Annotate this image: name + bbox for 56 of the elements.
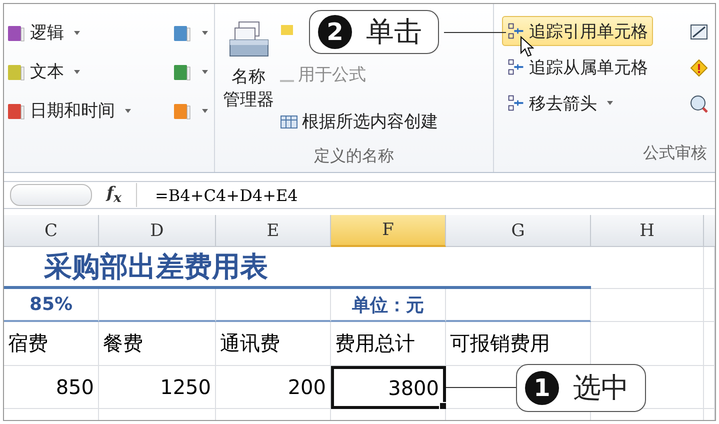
table-cell (704, 289, 715, 322)
group-label: 定义的名称 (313, 145, 395, 167)
column-header[interactable]: E (216, 215, 331, 247)
table-cell[interactable]: 200 (216, 366, 331, 409)
callout-text: 选中 (573, 370, 629, 406)
leader-line (444, 32, 506, 33)
formula-field[interactable]: =B4+C4+D4+E4 (137, 186, 298, 204)
dropdown-arrow-icon (202, 30, 208, 34)
trace-icon (507, 58, 525, 76)
sheet-title: 采购部出差费用表 (4, 247, 591, 289)
selected-cell[interactable]: 3800 (331, 366, 446, 409)
name-manager-button[interactable]: 名称 管理器 (223, 16, 274, 112)
table-cell (704, 247, 715, 289)
audit-button[interactable]: 移去箭头 (502, 88, 653, 118)
table-cell (704, 322, 715, 366)
audit-button[interactable]: 追踪从属单元格 (502, 52, 653, 82)
table-cell[interactable]: 1250 (99, 366, 216, 409)
table-cell (704, 366, 715, 409)
table-cell: 餐费 (99, 322, 216, 366)
table-cell: 85% (4, 289, 99, 322)
dropdown-arrow-icon (202, 108, 208, 112)
dropdown-arrow-icon (202, 70, 208, 74)
warning-icon (689, 58, 709, 78)
create-from-selection-button[interactable]: 根据所选内容创建 (280, 105, 438, 138)
step-number: 1 (525, 371, 559, 405)
column-header[interactable]: C (4, 215, 99, 247)
column-header[interactable]: H (591, 215, 704, 247)
dropdown-arrow-icon (74, 70, 80, 74)
function-category-button[interactable]: 文本 (6, 60, 80, 83)
step-number: 2 (318, 15, 352, 49)
audit-button[interactable]: 追踪引用单元格 (502, 16, 653, 46)
name-box[interactable] (10, 184, 92, 206)
table-cell: 费用总计 (331, 322, 446, 366)
fill-handle[interactable] (439, 402, 447, 410)
trace-icon (507, 94, 525, 112)
column-header[interactable]: D (99, 215, 216, 247)
column-header[interactable]: F (331, 215, 446, 247)
watch-window-icon (689, 22, 709, 42)
function-category-button[interactable]: 逻辑 (6, 21, 80, 44)
table-cell: 宿费 (4, 322, 99, 366)
table-cell: 单位：元 (331, 289, 446, 322)
callout-text: 单击 (366, 14, 422, 50)
trace-icon (507, 22, 525, 40)
tag-icon (280, 22, 296, 38)
function-category-button[interactable]: 日期和时间 (6, 99, 131, 122)
dropdown-arrow-icon (607, 101, 613, 105)
table-icon (280, 114, 298, 128)
leader-line (446, 387, 516, 388)
insert-function-button[interactable]: f$_{x}$ (92, 183, 137, 207)
dropdown-arrow-icon (74, 30, 80, 34)
group-label: 公式审核 (642, 142, 708, 164)
dropdown-arrow-icon (125, 108, 131, 112)
column-header[interactable]: G (446, 215, 591, 247)
table-cell[interactable]: 850 (4, 366, 99, 409)
evaluate-formula-icon (689, 94, 709, 114)
table-cell: 通讯费 (216, 322, 331, 366)
